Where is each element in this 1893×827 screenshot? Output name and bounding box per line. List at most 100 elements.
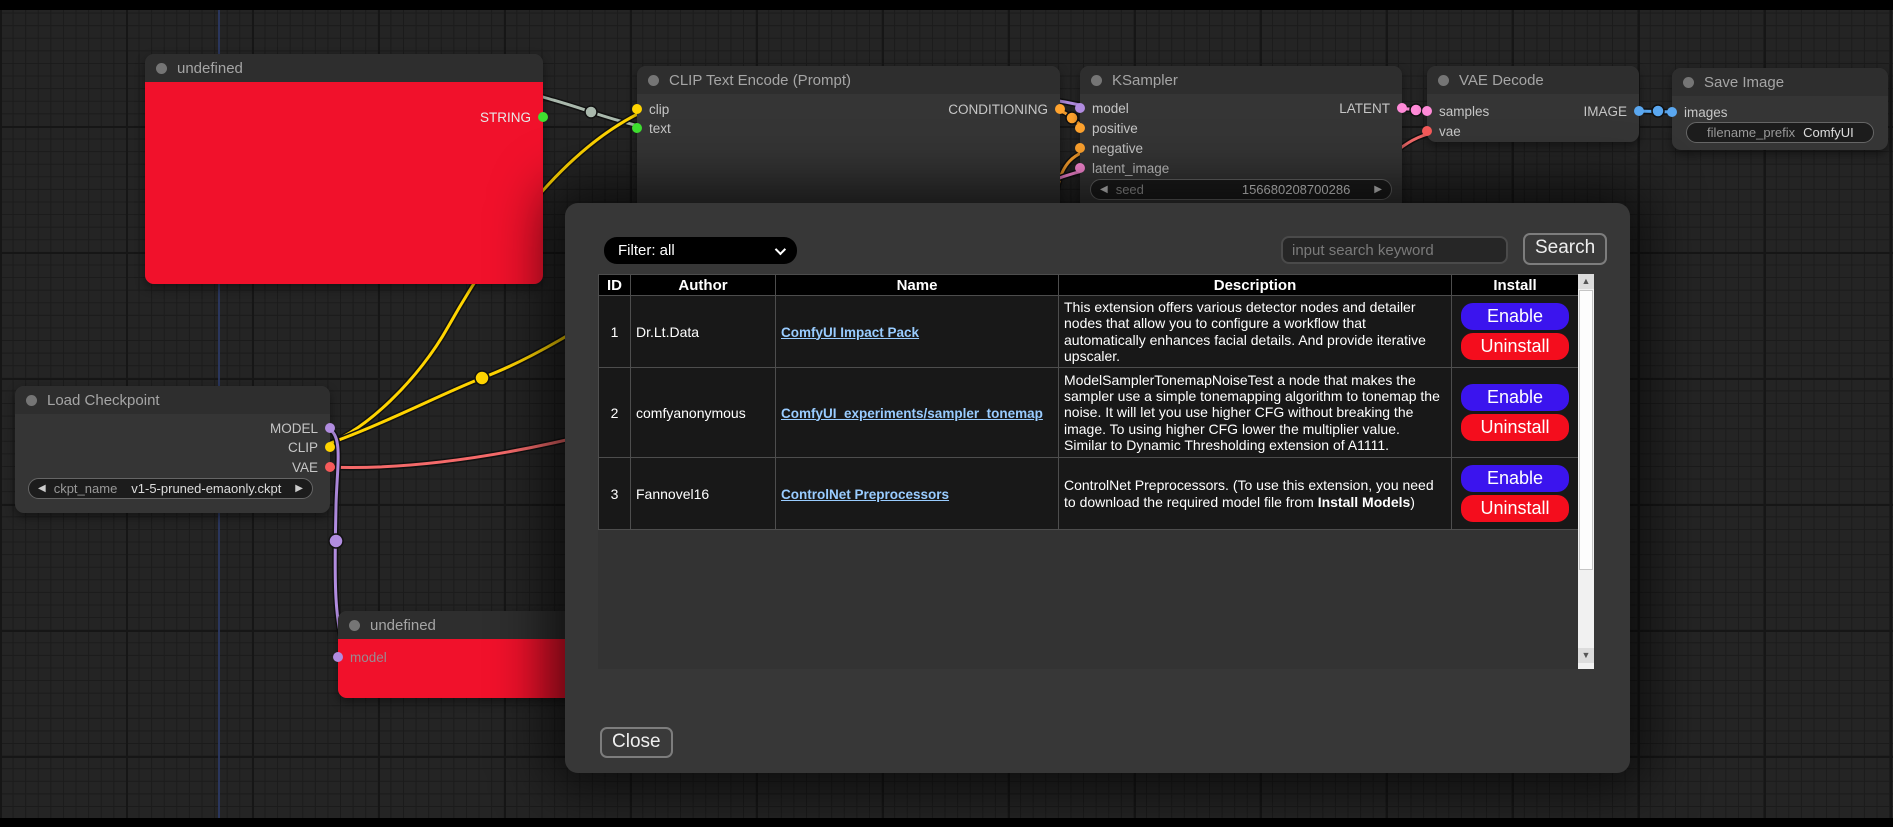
reroute-dot-image[interactable] — [1652, 105, 1664, 117]
input-slot-model[interactable]: model — [333, 649, 387, 665]
slot-label: model — [1092, 101, 1129, 116]
node-title-bar[interactable]: KSampler — [1080, 66, 1402, 94]
extension-link[interactable]: ComfyUI Impact Pack — [781, 325, 919, 340]
node-title-bar[interactable]: Save Image — [1672, 68, 1888, 96]
node-collapse-dot[interactable] — [349, 620, 360, 631]
node-body: model positive negative latent_image LAT… — [1080, 94, 1402, 211]
reroute-dot-model[interactable] — [329, 534, 343, 548]
output-dot-conditioning[interactable] — [1055, 104, 1065, 114]
enable-button[interactable]: Enable — [1461, 303, 1569, 330]
input-dot-clip[interactable] — [632, 104, 642, 114]
node-collapse-dot[interactable] — [1683, 77, 1694, 88]
node-title: CLIP Text Encode (Prompt) — [669, 72, 851, 89]
enable-button[interactable]: Enable — [1461, 384, 1569, 411]
extension-manager-dialog: Filter: all Search ID Author Name Descri… — [565, 203, 1630, 773]
extension-table-container: ID Author Name Description Install 1 Dr.… — [598, 274, 1594, 669]
input-dot-samples[interactable] — [1422, 106, 1432, 116]
uninstall-button[interactable]: Uninstall — [1461, 495, 1569, 522]
output-slot-vae[interactable]: VAE — [292, 459, 335, 475]
enable-button[interactable]: Enable — [1461, 465, 1569, 492]
decrement-arrow-icon[interactable]: ◀ — [38, 484, 46, 494]
node-title-bar[interactable]: Load Checkpoint — [15, 386, 330, 414]
node-collapse-dot[interactable] — [1091, 75, 1102, 86]
input-dot-model[interactable] — [1075, 103, 1085, 113]
output-dot-clip[interactable] — [325, 442, 335, 452]
input-dot-text[interactable] — [632, 123, 642, 133]
node-save-image[interactable]: Save Image images filename_prefix ComfyU… — [1672, 68, 1888, 150]
output-slot-model[interactable]: MODEL — [270, 420, 335, 436]
input-dot-vae[interactable] — [1422, 126, 1432, 136]
scroll-down-icon[interactable]: ▼ — [1578, 648, 1594, 663]
table-row: 2 comfyanonymous ComfyUI_experiments/sam… — [599, 368, 1579, 458]
output-dot-latent[interactable] — [1397, 103, 1407, 113]
input-slot-samples[interactable]: samples — [1422, 103, 1489, 119]
decrement-arrow-icon[interactable]: ◀ — [1100, 185, 1108, 195]
description-bold-text: Install Models — [1318, 494, 1411, 510]
node-title-bar[interactable]: CLIP Text Encode (Prompt) — [637, 66, 1060, 94]
widget-value: ComfyUI — [1803, 125, 1854, 140]
node-collapse-dot[interactable] — [26, 395, 37, 406]
uninstall-button[interactable]: Uninstall — [1461, 414, 1569, 441]
output-dot-vae[interactable] — [325, 462, 335, 472]
slot-label: text — [649, 121, 671, 136]
scrollbar-thumb[interactable] — [1579, 290, 1593, 570]
input-slot-images[interactable]: images — [1667, 104, 1728, 120]
output-slot-latent[interactable]: LATENT — [1339, 100, 1407, 116]
scroll-up-icon[interactable]: ▲ — [1578, 274, 1594, 289]
reroute-dot-clip[interactable] — [475, 371, 489, 385]
extension-link[interactable]: ComfyUI_experiments/sampler_tonemap — [781, 406, 1043, 421]
input-slot-text[interactable]: text — [632, 120, 671, 136]
input-slot-model[interactable]: model — [1075, 100, 1129, 116]
input-slot-positive[interactable]: positive — [1075, 120, 1138, 136]
node-undefined-top[interactable]: undefined STRING — [145, 54, 543, 284]
input-slot-latent-image[interactable]: latent_image — [1075, 160, 1169, 176]
slot-label: images — [1684, 105, 1728, 120]
input-dot-latent-image[interactable] — [1075, 163, 1085, 173]
output-dot-model[interactable] — [325, 423, 335, 433]
filter-selected-value: Filter: all — [618, 242, 675, 259]
reroute-dot-string[interactable] — [585, 106, 597, 118]
input-slot-vae[interactable]: vae — [1422, 123, 1461, 139]
output-slot-string[interactable]: STRING — [480, 109, 548, 125]
node-body: images filename_prefix ComfyUI — [1672, 96, 1888, 150]
node-title-bar[interactable]: undefined — [145, 54, 543, 82]
slot-label: LATENT — [1339, 101, 1390, 116]
search-input[interactable] — [1281, 236, 1508, 264]
node-title-bar[interactable]: VAE Decode — [1427, 66, 1639, 94]
app-window: undefined STRING CLIP Text Encode (Promp… — [0, 0, 1893, 827]
output-slot-conditioning[interactable]: CONDITIONING — [948, 101, 1065, 117]
extension-link[interactable]: ControlNet Preprocessors — [781, 487, 949, 502]
ckpt-name-widget[interactable]: ◀ ckpt_name v1-5-pruned-emaonly.ckpt ▶ — [28, 478, 313, 499]
table-scrollbar[interactable]: ▲ ▼ — [1578, 274, 1594, 669]
node-collapse-dot[interactable] — [648, 75, 659, 86]
input-dot-positive[interactable] — [1075, 123, 1085, 133]
node-collapse-dot[interactable] — [1438, 75, 1449, 86]
node-body: STRING — [145, 82, 543, 284]
increment-arrow-icon[interactable]: ▶ — [1374, 185, 1382, 195]
node-title: Save Image — [1704, 74, 1784, 91]
input-slot-negative[interactable]: negative — [1075, 140, 1143, 156]
input-slot-clip[interactable]: clip — [632, 101, 669, 117]
filename-prefix-widget[interactable]: filename_prefix ComfyUI — [1686, 122, 1874, 143]
node-title: VAE Decode — [1459, 72, 1544, 89]
output-slot-clip[interactable]: CLIP — [288, 439, 335, 455]
node-vae-decode[interactable]: VAE Decode samples vae IMAGE — [1427, 66, 1639, 142]
output-dot-string[interactable] — [538, 112, 548, 122]
output-slot-image[interactable]: IMAGE — [1583, 103, 1644, 119]
input-dot-negative[interactable] — [1075, 143, 1085, 153]
increment-arrow-icon[interactable]: ▶ — [295, 484, 303, 494]
output-dot-image[interactable] — [1634, 106, 1644, 116]
uninstall-button[interactable]: Uninstall — [1461, 333, 1569, 360]
node-ksampler[interactable]: KSampler model positive negative latent_… — [1080, 66, 1402, 211]
widget-name: filename_prefix — [1707, 125, 1795, 140]
close-button[interactable]: Close — [600, 727, 673, 758]
seed-widget[interactable]: ◀ seed 156680208700286 ▶ — [1090, 179, 1392, 200]
node-load-checkpoint[interactable]: Load Checkpoint MODEL CLIP VAE ◀ ckpt_na… — [15, 386, 330, 513]
reroute-dot-latent[interactable] — [1410, 104, 1422, 116]
filter-select[interactable]: Filter: all — [604, 237, 797, 264]
node-collapse-dot[interactable] — [156, 63, 167, 74]
search-button[interactable]: Search — [1523, 233, 1607, 265]
slot-label: IMAGE — [1583, 104, 1627, 119]
input-dot-images[interactable] — [1667, 107, 1677, 117]
input-dot-model[interactable] — [333, 652, 343, 662]
